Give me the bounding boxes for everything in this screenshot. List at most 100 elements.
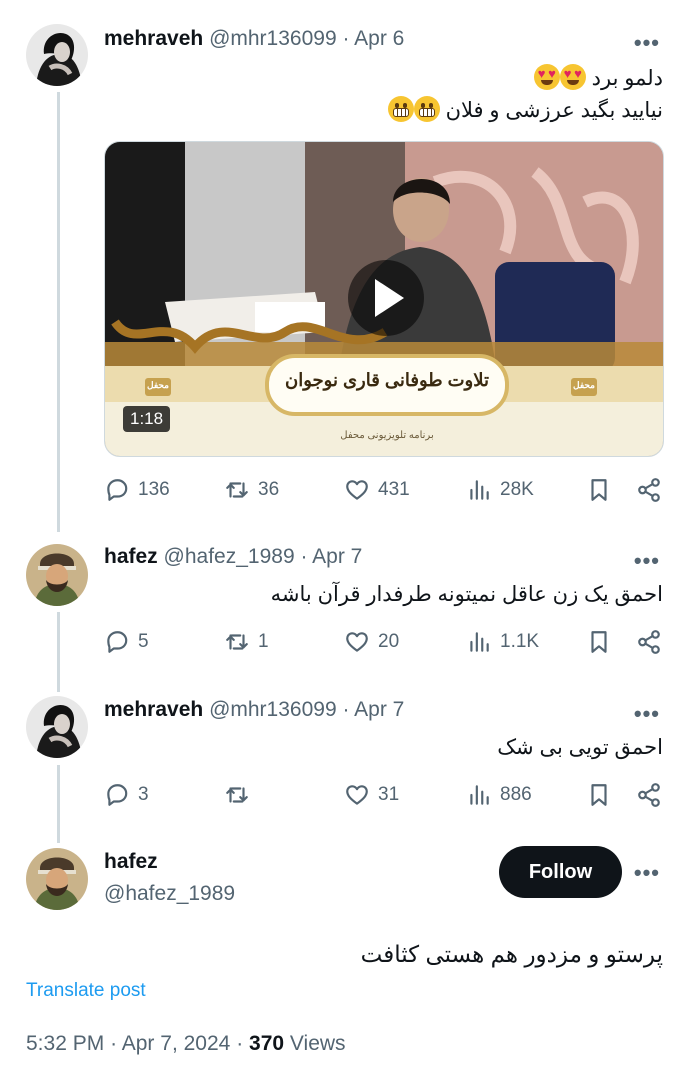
timestamp[interactable]: Apr 7	[312, 545, 362, 568]
like-count: 20	[378, 631, 400, 652]
grimacing-emoji-icon	[387, 96, 414, 122]
views-button[interactable]: 1.1K	[466, 629, 539, 655]
bookmark-button[interactable]	[586, 629, 612, 655]
share-button[interactable]	[636, 782, 662, 808]
repost-icon	[226, 787, 248, 803]
tweet-actions: 5 1 20 1.1K	[104, 629, 664, 659]
post-meta: 5:32 PM · Apr 7, 2024 · 370 Views	[26, 1032, 346, 1056]
share-icon	[638, 630, 660, 654]
reply-count: 3	[138, 784, 149, 805]
tweet-header: hafez @hafez_1989 · Apr 7	[104, 545, 362, 569]
like-button[interactable]: 31	[344, 782, 399, 808]
tweet-header: mehraveh @mhr136099 · Apr 7	[104, 698, 404, 722]
thread-line	[57, 92, 60, 532]
display-name[interactable]: mehraveh	[104, 27, 203, 50]
separator: ·	[342, 27, 350, 50]
tweet-text: احمق تویی بی شک	[497, 736, 663, 759]
avatar[interactable]	[26, 544, 88, 606]
views-count: 1.1K	[500, 631, 540, 652]
bookmark-button[interactable]	[586, 782, 612, 808]
video-banner-subtitle: برنامه تلویزیونی محفل	[340, 430, 434, 441]
post-date[interactable]: Apr 7, 2024	[122, 1032, 231, 1055]
post-time[interactable]: 5:32 PM	[26, 1032, 104, 1055]
handle[interactable]: @mhr136099	[209, 27, 337, 50]
display-name[interactable]: mehraveh	[104, 698, 203, 721]
share-button[interactable]	[636, 477, 662, 503]
handle[interactable]: @hafez_1989	[164, 545, 295, 568]
tweet-text: احمق یک زن عاقل نمیتونه طرفدار قرآن باشه	[270, 583, 663, 606]
avatar[interactable]	[26, 696, 88, 758]
like-icon	[346, 785, 368, 805]
video-player[interactable]: تلاوت طوفانی قاری نوجوان برنامه تلویزیون…	[104, 141, 664, 457]
reply-button[interactable]: 136	[104, 477, 170, 503]
tweet-actions: 3 31 886	[104, 782, 664, 812]
share-button[interactable]	[636, 629, 662, 655]
avatar[interactable]	[26, 848, 88, 910]
views-button[interactable]: 28K	[466, 477, 534, 503]
repost-count: 36	[258, 479, 280, 500]
timestamp[interactable]: Apr 7	[354, 698, 404, 721]
heart-eyes-emoji-icon	[533, 64, 560, 90]
share-icon	[638, 783, 660, 807]
reply-icon	[107, 479, 128, 501]
follow-button[interactable]: Follow	[499, 846, 622, 898]
like-button[interactable]: 431	[344, 477, 410, 503]
repost-icon	[226, 634, 248, 650]
views-icon	[470, 785, 489, 805]
views-icon	[470, 480, 489, 500]
more-options-icon[interactable]: •••	[634, 30, 660, 56]
more-options-icon[interactable]: •••	[634, 860, 660, 886]
tweet-text-line: نیایید بگید عرزشی و فلان	[445, 99, 663, 122]
like-icon	[346, 480, 368, 500]
separator: ·	[110, 1032, 118, 1055]
views-count: 370	[249, 1032, 285, 1055]
bookmark-icon	[591, 631, 607, 653]
like-count: 31	[378, 784, 400, 805]
heart-eyes-emoji-icon	[559, 64, 586, 90]
video-thumbnail	[105, 142, 663, 456]
separator: ·	[300, 545, 308, 568]
reply-button[interactable]: 5	[104, 629, 149, 655]
video-banner-title: تلاوت طوفانی قاری نوجوان	[285, 370, 489, 390]
bookmark-icon	[591, 784, 607, 806]
like-count: 431	[378, 479, 410, 500]
reply-icon	[107, 631, 128, 653]
more-options-icon[interactable]: •••	[634, 548, 660, 574]
more-options-icon[interactable]: •••	[634, 701, 660, 727]
separator: ·	[236, 1032, 244, 1055]
tweet-actions: 136 36 431 28K	[104, 477, 664, 507]
reply-count: 5	[138, 631, 149, 652]
tweet-text-line: دلمو برد	[591, 67, 663, 90]
thread-line	[57, 765, 60, 843]
tweet-text: دلمو برد	[533, 64, 663, 91]
views-label: Views	[289, 1032, 346, 1055]
repost-icon	[226, 482, 248, 498]
handle[interactable]: @hafez_1989	[104, 882, 235, 906]
repost-button[interactable]: 36	[224, 477, 279, 503]
views-count: 886	[500, 784, 532, 805]
bookmark-button[interactable]	[586, 477, 612, 503]
like-icon	[346, 632, 368, 652]
repost-button[interactable]: 1	[224, 629, 269, 655]
like-button[interactable]: 20	[344, 629, 399, 655]
post-text: پرستو و مزدور هم هستی کثافت	[360, 941, 663, 967]
handle[interactable]: @mhr136099	[209, 698, 337, 721]
views-count: 28K	[500, 479, 534, 500]
views-button[interactable]: 886	[466, 782, 532, 808]
share-icon	[638, 478, 660, 502]
channel-logo: محفل	[573, 380, 595, 390]
tweet-text: نیایید بگید عرزشی و فلان	[387, 96, 663, 123]
avatar[interactable]	[26, 24, 88, 86]
reply-icon	[107, 784, 128, 806]
reply-count: 136	[138, 479, 170, 500]
display-name[interactable]: hafez	[104, 850, 158, 874]
timestamp[interactable]: Apr 6	[354, 27, 404, 50]
grimacing-emoji-icon	[413, 96, 440, 122]
separator: ·	[342, 698, 350, 721]
bookmark-icon	[591, 479, 607, 501]
views-icon	[470, 632, 489, 652]
repost-button[interactable]	[224, 782, 258, 808]
translate-post-link[interactable]: Translate post	[26, 980, 146, 1002]
display-name[interactable]: hafez	[104, 545, 158, 568]
reply-button[interactable]: 3	[104, 782, 149, 808]
